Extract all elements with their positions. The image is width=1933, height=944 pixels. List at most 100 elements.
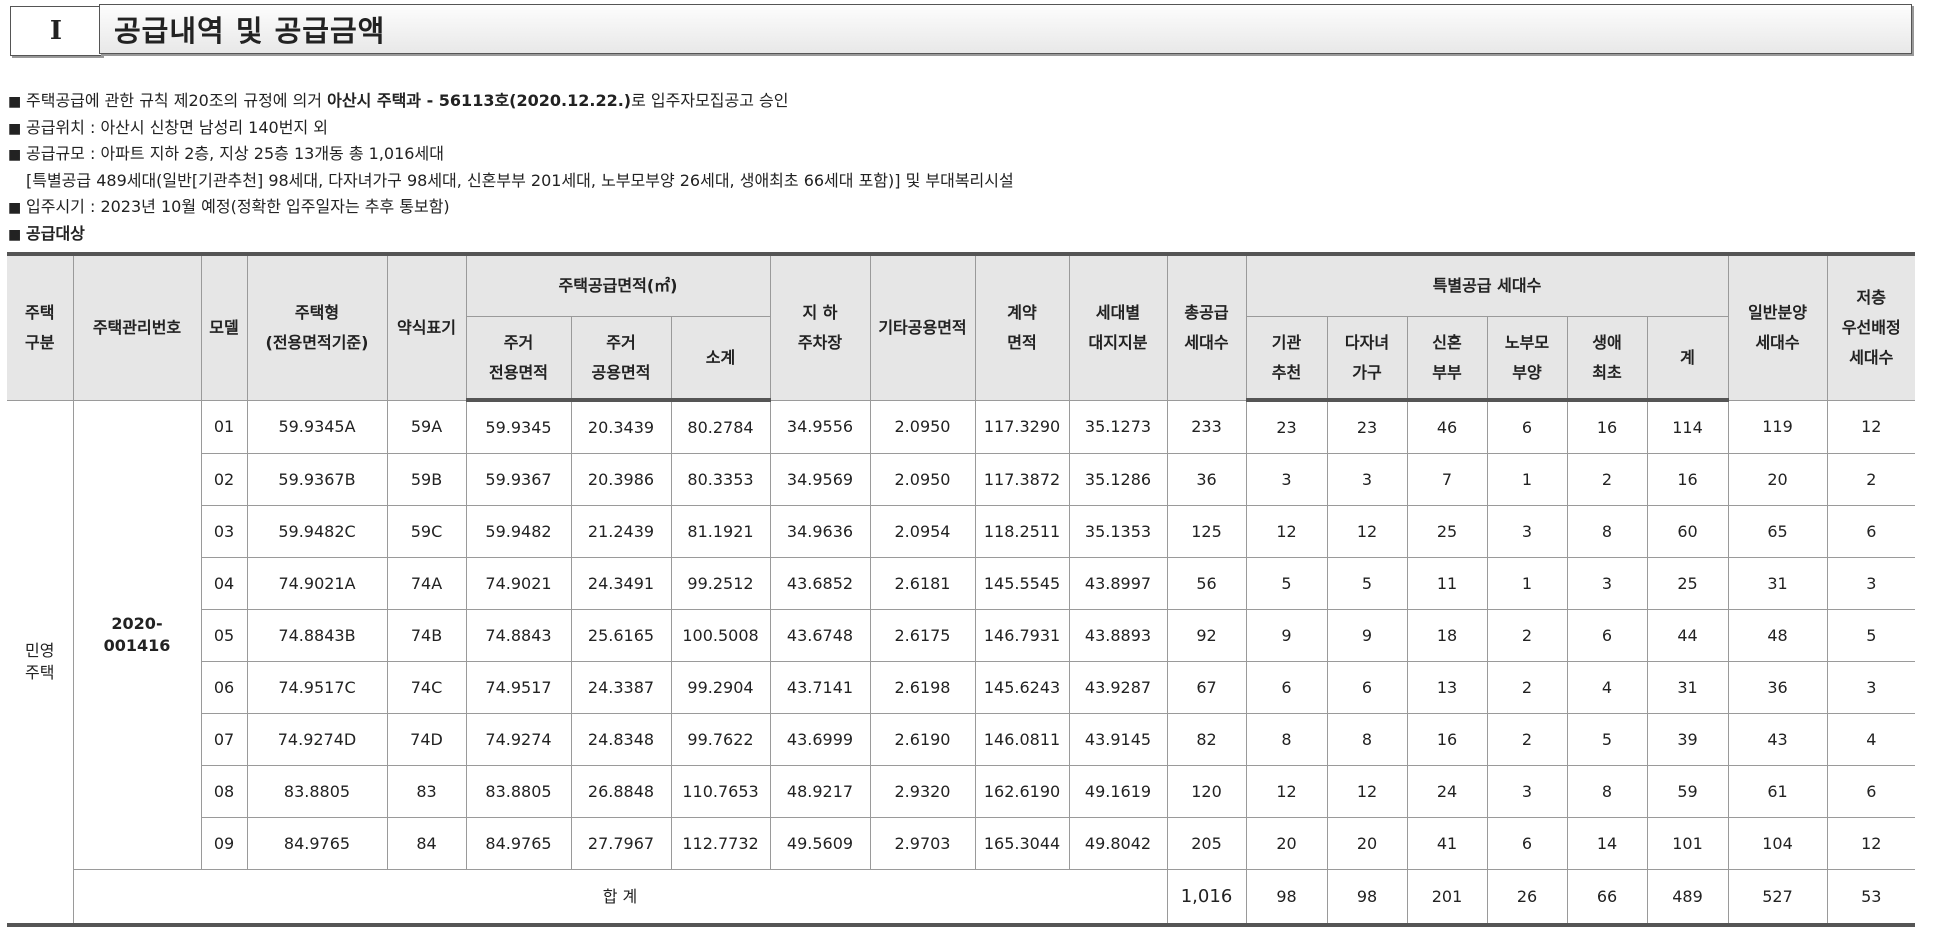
contract-area-cell: 165.3044 xyxy=(974,817,1070,870)
exclusive-area-cell: 84.9765 xyxy=(465,817,572,870)
sp-multichild-cell: 20 xyxy=(1326,817,1408,870)
housing-type-cell: 민영 주택 xyxy=(7,399,74,926)
sp-multichild-cell: 23 xyxy=(1326,399,1408,454)
subtotal-area-cell: 99.2904 xyxy=(670,661,771,714)
header-general: 일반분양 세대수 xyxy=(1727,253,1828,401)
exclusive-area-cell: 74.9517 xyxy=(465,661,572,714)
land-share-cell: 43.9145 xyxy=(1068,713,1168,766)
contract-area-cell: 117.3872 xyxy=(974,453,1070,506)
parking-area-cell: 49.5609 xyxy=(769,817,871,870)
total-units-cell: 67 xyxy=(1166,661,1247,714)
bullet-icon: ■ xyxy=(8,94,22,110)
model-cell: 09 xyxy=(200,817,248,870)
abbr-cell: 74C xyxy=(386,661,467,714)
sp-newlywed-cell: 24 xyxy=(1406,765,1488,818)
other-common-area-cell: 2.6198 xyxy=(869,661,976,714)
sp-newlywed-cell: 11 xyxy=(1406,557,1488,610)
total-units-cell: 82 xyxy=(1166,713,1247,766)
low-floor-units-cell: 12 xyxy=(1826,399,1916,454)
land-share-cell: 35.1353 xyxy=(1068,505,1168,558)
land-share-cell: 49.1619 xyxy=(1068,765,1168,818)
sp-multichild-cell: 12 xyxy=(1326,505,1408,558)
total-units-cell: 120 xyxy=(1166,765,1247,818)
land-share-cell: 35.1273 xyxy=(1068,399,1168,454)
general-units-cell: 43 xyxy=(1727,713,1828,766)
header-subtotal: 소계 xyxy=(670,316,771,402)
sp-institution-cell: 9 xyxy=(1245,609,1328,662)
general-units-cell: 48 xyxy=(1727,609,1828,662)
sp-elderly-cell: 3 xyxy=(1486,505,1568,558)
parking-area-cell: 43.7141 xyxy=(769,661,871,714)
house-type-cell: 59.9482C xyxy=(246,505,388,558)
table-row: 04 74.9021A 74A 74.9021 24.3491 99.2512 43.685… xyxy=(7,557,1916,610)
sp-newlywed-cell: 41 xyxy=(1406,817,1488,870)
parking-area-cell: 34.9556 xyxy=(769,399,871,454)
sp-multichild-cell: 5 xyxy=(1326,557,1408,610)
sp-institution-cell: 5 xyxy=(1245,557,1328,610)
land-share-cell: 35.1286 xyxy=(1068,453,1168,506)
low-floor-units-cell: 2 xyxy=(1826,453,1916,506)
other-common-area-cell: 2.0950 xyxy=(869,399,976,454)
low-floor-units-cell: 6 xyxy=(1826,765,1916,818)
house-type-cell: 74.9274D xyxy=(246,713,388,766)
low-floor-units-cell: 12 xyxy=(1826,817,1916,870)
header-model: 모델 xyxy=(200,253,248,401)
common-area-cell: 20.3439 xyxy=(570,399,672,454)
parking-area-cell: 34.9569 xyxy=(769,453,871,506)
house-type-cell: 74.9021A xyxy=(246,557,388,610)
header-special-supply: 특별공급 세대수 xyxy=(1245,253,1729,317)
sp-elderly-cell: 2 xyxy=(1486,609,1568,662)
contract-area-cell: 146.7931 xyxy=(974,609,1070,662)
sp-elderly-cell: 1 xyxy=(1486,557,1568,610)
sp-sum-cell: 44 xyxy=(1646,609,1729,662)
abbr-cell: 74B xyxy=(386,609,467,662)
total-units-cell: 56 xyxy=(1166,557,1247,610)
bullet-icon: ■ xyxy=(8,200,22,216)
land-share-cell: 49.8042 xyxy=(1068,817,1168,870)
abbr-cell: 74D xyxy=(386,713,467,766)
parking-area-cell: 48.9217 xyxy=(769,765,871,818)
sp-sum-cell: 60 xyxy=(1646,505,1729,558)
header-parking: 지 하 주차장 xyxy=(769,253,871,401)
sp-sum-cell: 31 xyxy=(1646,661,1729,714)
abbr-cell: 83 xyxy=(386,765,467,818)
sp-multichild-cell: 6 xyxy=(1326,661,1408,714)
sp-elderly-cell: 3 xyxy=(1486,765,1568,818)
header-sp-first: 생애 최초 xyxy=(1566,316,1648,402)
contract-area-cell: 162.6190 xyxy=(974,765,1070,818)
sp-first-cell: 8 xyxy=(1566,505,1648,558)
subtotal-area-cell: 110.7653 xyxy=(670,765,771,818)
house-type-cell: 84.9765 xyxy=(246,817,388,870)
other-common-area-cell: 2.0950 xyxy=(869,453,976,506)
sp-elderly-cell: 2 xyxy=(1486,713,1568,766)
table-row: 03 59.9482C 59C 59.9482 21.2439 81.1921 34.963… xyxy=(7,505,1916,558)
header-sp-multichild: 다자녀 가구 xyxy=(1326,316,1408,402)
header-housing-type: 주택 구분 xyxy=(7,253,74,401)
exclusive-area-cell: 59.9345 xyxy=(465,399,572,454)
sp-sum-cell: 25 xyxy=(1646,557,1729,610)
parking-area-cell: 43.6999 xyxy=(769,713,871,766)
sp-first-cell: 8 xyxy=(1566,765,1648,818)
total-units-cell: 125 xyxy=(1166,505,1247,558)
model-cell: 07 xyxy=(200,713,248,766)
general-units-cell: 36 xyxy=(1727,661,1828,714)
abbr-cell: 59B xyxy=(386,453,467,506)
sp-sum-cell: 114 xyxy=(1646,399,1729,454)
sp-first-cell: 6 xyxy=(1566,609,1648,662)
exclusive-area-cell: 83.8805 xyxy=(465,765,572,818)
general-units-cell: 61 xyxy=(1727,765,1828,818)
supply-table: 주택 구분 주택관리번호 모델 주택형 (전용면적기준) 약식표기 주택공급면적… xyxy=(7,252,1916,927)
common-area-cell: 24.8348 xyxy=(570,713,672,766)
mgmt-no-cell: 2020- 001416 xyxy=(72,399,202,870)
subtotal-area-cell: 112.7732 xyxy=(670,817,771,870)
sp-institution-cell: 20 xyxy=(1245,817,1328,870)
common-area-cell: 21.2439 xyxy=(570,505,672,558)
sp-newlywed-cell: 46 xyxy=(1406,399,1488,454)
contract-area-cell: 117.3290 xyxy=(974,399,1070,454)
header-sp-sum: 계 xyxy=(1646,316,1729,402)
contract-area-cell: 145.5545 xyxy=(974,557,1070,610)
other-common-area-cell: 2.9703 xyxy=(869,817,976,870)
notice-target: ■ 공급대상 xyxy=(8,221,1014,248)
header-exclusive: 주거 전용면적 xyxy=(465,316,572,402)
header-total-units: 총공급 세대수 xyxy=(1166,253,1247,401)
